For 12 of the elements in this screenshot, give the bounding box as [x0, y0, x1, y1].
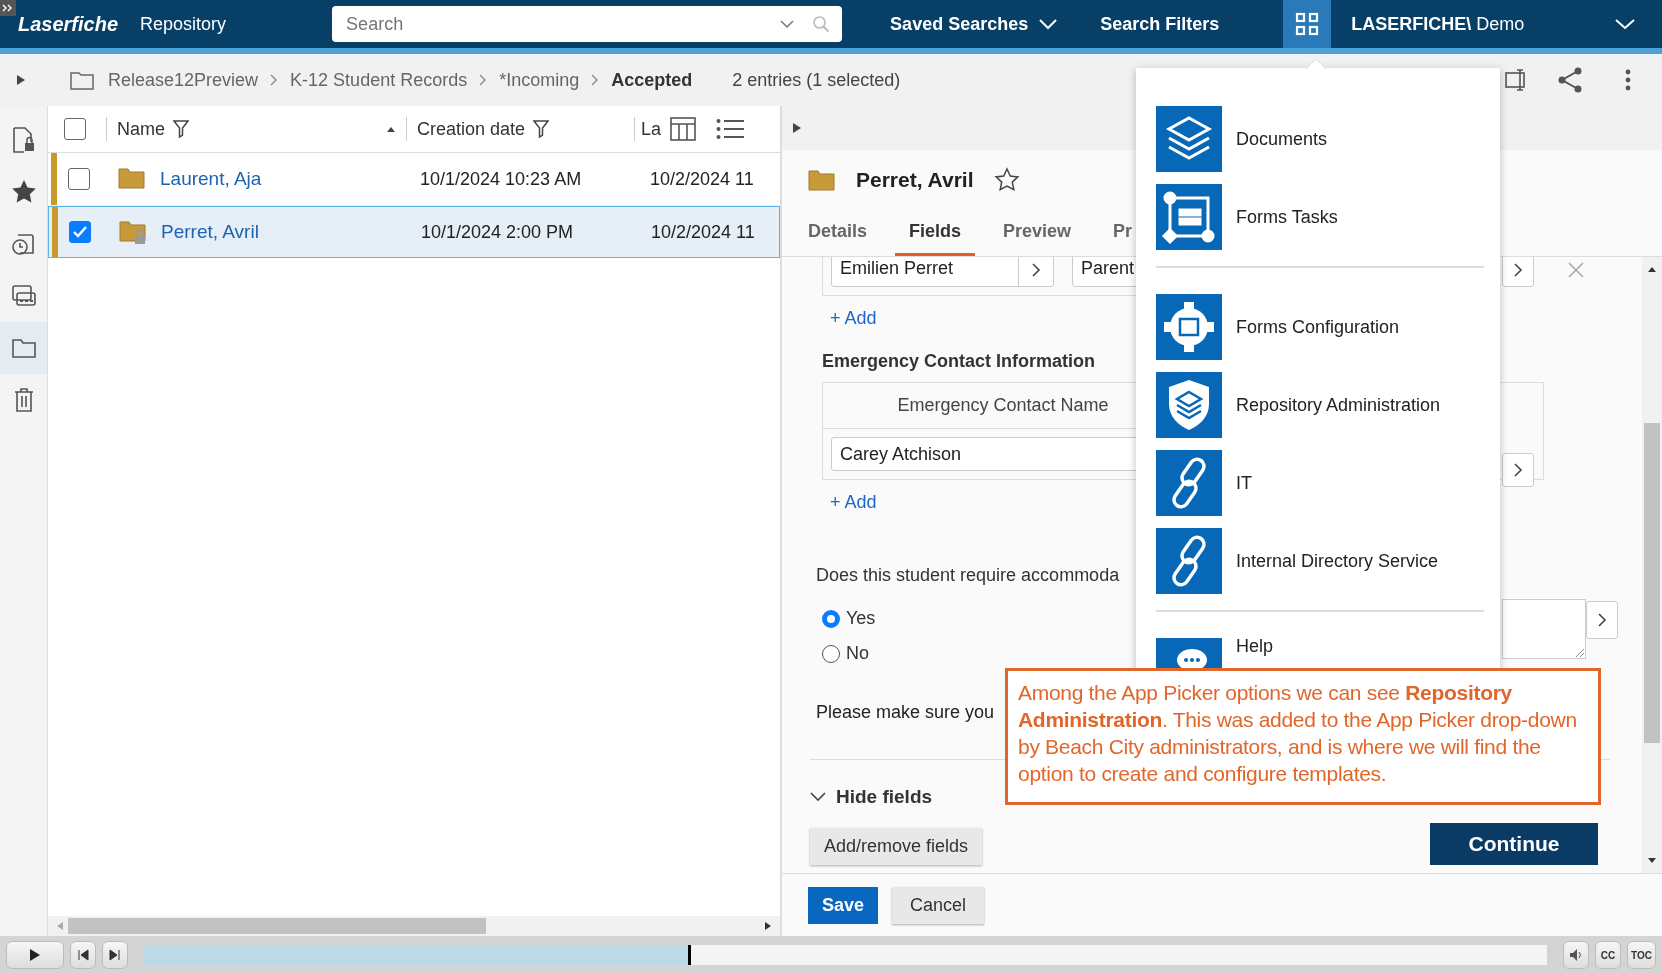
logo: Laserfiche: [18, 12, 119, 36]
section-title: Emergency Contact Information: [822, 351, 1096, 372]
note-text: Please make sure you: [816, 702, 995, 723]
table-cell-text: 10/1/2024 10:23 AM: [419, 168, 583, 190]
question-text: Does this student require accommoda: [816, 565, 1120, 586]
table-cell-text: 10/2/2024 11: [650, 221, 756, 243]
app-name: Repository: [140, 13, 227, 35]
callout-tooltip: Among the App Picker options we can see Repository Administration. This was added to the App Picker drop-down by Beach City administrators, and is where we will find the option to create and configure templates.: [1005, 668, 1601, 805]
entry-title: Perret, Avril: [856, 168, 974, 192]
entry-count: 2 entries (1 selected): [732, 69, 901, 91]
table-cell-text: 10/1/2024 2:00 PM: [420, 221, 575, 243]
table-cell-text: 10/2/2024 11: [649, 168, 755, 190]
